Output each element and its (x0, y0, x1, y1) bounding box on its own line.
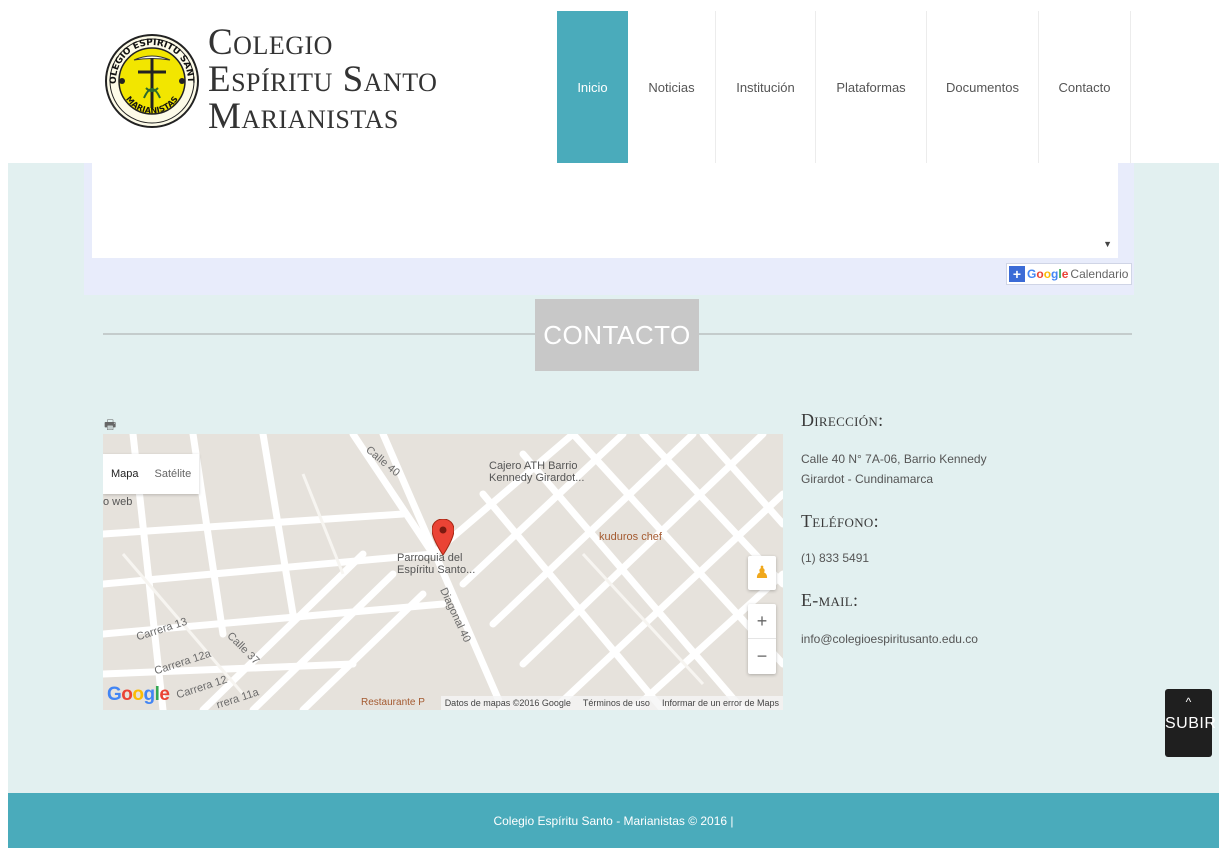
map-report-error-link[interactable]: Informar de un error de Maps (662, 698, 779, 708)
google-map-logo: Google (107, 684, 170, 705)
divider-right (699, 333, 1132, 335)
contact-info: Dirección: Calle 40 N° 7A-06, Barrio Ken… (801, 410, 1101, 649)
street-view-pegman-icon[interactable]: ♟ (748, 556, 776, 590)
calendar-content-area[interactable]: ▼ (92, 163, 1118, 258)
brand-line-1: Colegio (208, 22, 333, 63)
subir-label: SUBIR (1165, 715, 1217, 732)
google-wordmark: Google (1027, 267, 1069, 281)
brand-line-3: Marianistas (208, 96, 399, 137)
calendar-label: Calendario (1070, 267, 1129, 281)
nav-item-plataformas[interactable]: Plataformas (816, 11, 927, 163)
direccion-heading: Dirección: (801, 410, 884, 430)
scroll-down-arrow-icon[interactable]: ▼ (1103, 239, 1112, 249)
footer-copyright: Colegio Espíritu Santo - Marianistas © 2… (493, 813, 734, 828)
email-heading: E-mail: (801, 590, 859, 610)
nav-item-noticias[interactable]: Noticias (628, 11, 716, 163)
section-title-contacto: CONTACTO (535, 299, 699, 371)
telefono-heading: Teléfono: (801, 511, 879, 531)
nav-item-contacto[interactable]: Contacto (1039, 11, 1131, 163)
map-label-restaurante[interactable]: Restaurante P (361, 697, 425, 708)
main-nav: Inicio Noticias Institución Plataformas … (557, 11, 1131, 163)
school-seal-logo[interactable]: COLEGIO ESPIRITU SANTO MARIANISTAS (100, 3, 200, 152)
map-zoom-control: + − (748, 604, 776, 674)
nav-item-inicio[interactable]: Inicio (557, 11, 628, 163)
brand-line-2: Espíritu Santo (208, 59, 438, 100)
map-label-cajero[interactable]: Cajero ATH Barrio Kennedy Girardot... (489, 460, 584, 484)
map-label-parroquia[interactable]: Parroquia del Espíritu Santo... (397, 552, 475, 576)
map-type-satelite[interactable]: Satélite (147, 468, 200, 480)
zoom-out-button[interactable]: − (748, 639, 776, 674)
direccion-line-2: Girardot - Cundinamarca (801, 472, 934, 486)
map-data-credit: Datos de mapas ©2016 Google (444, 698, 571, 708)
map-type-control: Mapa Satélite (103, 454, 200, 494)
map-type-mapa[interactable]: Mapa (103, 468, 147, 480)
add-to-google-calendar-button[interactable]: + Google Calendario (1006, 263, 1133, 285)
direccion-line-1: Calle 40 N° 7A-06, Barrio Kennedy (801, 452, 987, 466)
map-terms-link[interactable]: Términos de uso (583, 698, 650, 708)
email-value[interactable]: info@colegioespiritusanto.edu.co (801, 629, 1101, 649)
plus-icon: + (1009, 266, 1025, 282)
map-label-kuduros[interactable]: kuduros chef (599, 531, 662, 543)
google-calendar-embed: ▼ + Google Calendario (84, 163, 1134, 295)
nav-item-documentos[interactable]: Documentos (927, 11, 1039, 163)
nav-item-institucion[interactable]: Institución (716, 11, 816, 163)
chevron-up-icon: ^ (1185, 695, 1192, 709)
site-header: COLEGIO ESPIRITU SANTO MARIANISTAS Coleg… (0, 0, 1219, 163)
site-footer: Colegio Espíritu Santo - Marianistas © 2… (8, 793, 1219, 848)
zoom-in-button[interactable]: + (748, 604, 776, 639)
scroll-to-top-button[interactable]: ^ SUBIR (1165, 689, 1217, 757)
map-label-web: o web (103, 496, 133, 508)
brand-name[interactable]: Colegio Espíritu Santo Marianistas (208, 24, 437, 135)
divider-left (103, 333, 535, 335)
telefono-value: (1) 833 5491 (801, 551, 870, 565)
google-map[interactable]: Mapa Satélite o web Cajero ATH Barrio Ke… (103, 434, 783, 710)
map-attribution-bar: Datos de mapas ©2016 Google Términos de … (440, 696, 783, 710)
